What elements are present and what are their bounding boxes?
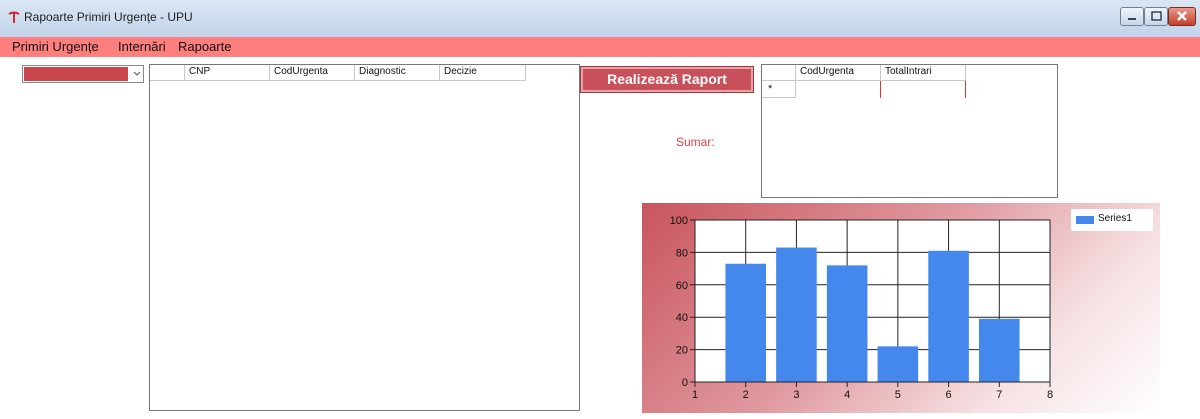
legend-swatch (1076, 216, 1094, 224)
column-header-decizie[interactable]: Decizie (440, 65, 526, 81)
new-row-cell-totalintrari[interactable] (881, 81, 966, 98)
x-tick-label: 1 (692, 389, 698, 401)
chart-legend: Series1 (1071, 209, 1153, 231)
legend-label: Series1 (1098, 213, 1132, 224)
summary-label: Sumar: (676, 135, 715, 149)
x-tick-label: 4 (844, 389, 850, 401)
new-row-marker[interactable]: * (762, 81, 796, 98)
x-tick-label: 3 (793, 389, 799, 401)
close-button[interactable] (1168, 7, 1196, 26)
close-icon (1177, 11, 1187, 21)
y-tick-label: 80 (676, 247, 688, 259)
realizeaza-raport-button[interactable]: Realizează Raport (580, 66, 754, 93)
row-header-corner (150, 65, 185, 81)
column-header-diagnostic[interactable]: Diagnostic (355, 65, 440, 81)
menu-internari[interactable]: Internări (118, 39, 166, 54)
bar (826, 265, 868, 382)
menu-bar: Primiri Urgențe Internări Rapoarte (0, 37, 1200, 57)
column-header-totalintrari[interactable]: TotalIntrari (881, 65, 966, 81)
column-header-cnp[interactable]: CNP (185, 65, 270, 81)
y-tick-label: 40 (676, 312, 688, 324)
summary-grid[interactable]: CodUrgenta TotalIntrari * (761, 64, 1058, 198)
bar-chart: 0 20 40 60 80 100 1 2 3 4 5 6 7 8 Series1 (642, 203, 1160, 413)
maximize-icon (1151, 11, 1162, 21)
column-header-codurgenta[interactable]: CodUrgenta (796, 65, 881, 81)
maximize-button[interactable] (1144, 7, 1168, 26)
title-bar: Rapoarte Primiri Urgențe - UPU (0, 0, 1200, 37)
chart-plot: 0 20 40 60 80 100 1 2 3 4 5 6 7 8 (670, 215, 1053, 401)
y-tick-label: 100 (670, 215, 688, 227)
x-tick-label: 2 (743, 389, 749, 401)
dropdown-selected-value (24, 67, 128, 81)
row-header-corner (762, 65, 796, 81)
x-tick-label: 6 (946, 389, 952, 401)
minimize-icon (1128, 18, 1136, 20)
bar (979, 318, 1020, 382)
y-tick-label: 20 (676, 345, 688, 357)
records-grid[interactable]: CNP CodUrgenta Diagnostic Decizie (149, 64, 580, 411)
bar (725, 263, 766, 382)
x-tick-label: 7 (996, 389, 1002, 401)
y-tick-label: 60 (676, 280, 688, 292)
menu-rapoarte[interactable]: Rapoarte (178, 39, 231, 54)
bar (776, 247, 817, 382)
client-area: CNP CodUrgenta Diagnostic Decizie Realiz… (0, 57, 1200, 419)
app-icon (8, 11, 20, 23)
filter-dropdown[interactable] (22, 65, 144, 83)
minimize-button[interactable] (1120, 7, 1144, 26)
chevron-down-icon (133, 71, 141, 76)
bar (928, 250, 969, 382)
window-title: Rapoarte Primiri Urgențe - UPU (24, 10, 193, 24)
x-tick-label: 8 (1047, 389, 1053, 401)
y-tick-label: 0 (682, 377, 688, 389)
bar (877, 346, 919, 382)
menu-primiri-urgente[interactable]: Primiri Urgențe (12, 39, 99, 54)
x-tick-label: 5 (895, 389, 901, 401)
app-window: Rapoarte Primiri Urgențe - UPU Primiri U… (0, 0, 1200, 419)
column-header-codurgenta[interactable]: CodUrgenta (270, 65, 355, 81)
new-row-cell-codurgenta[interactable] (796, 81, 881, 98)
